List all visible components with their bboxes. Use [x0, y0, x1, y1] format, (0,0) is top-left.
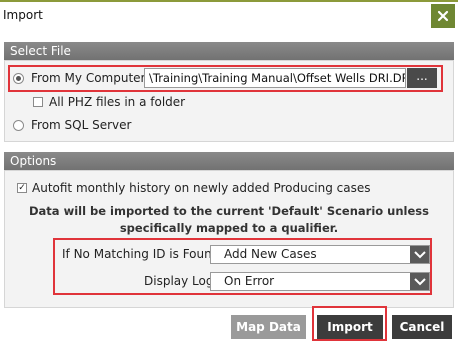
cancel-button[interactable]: Cancel [392, 315, 452, 339]
options-header: Options [4, 152, 454, 170]
dialog-title: Import [3, 8, 43, 22]
no-match-label: If No Matching ID is Found [62, 247, 220, 261]
autofit-label: Autofit monthly history on newly added P… [32, 181, 371, 195]
browse-button[interactable]: ... [407, 68, 437, 88]
file-path-input[interactable]: \Training\Training Manual\Offset Wells D… [144, 68, 406, 88]
close-button[interactable] [431, 4, 455, 28]
dialog-top-strip [0, 0, 458, 2]
info-line-2: specifically mapped to a qualifier. [119, 221, 339, 235]
all-phz-label: All PHZ files in a folder [49, 95, 186, 109]
autofit-checkbox[interactable]: ✓ [17, 183, 27, 193]
chevron-down-icon [410, 273, 429, 290]
import-button[interactable]: Import [317, 315, 383, 339]
close-x-icon [437, 10, 449, 22]
map-data-button[interactable]: Map Data [231, 315, 306, 339]
from-computer-radio[interactable] [13, 73, 24, 84]
display-log-value: On Error [224, 274, 275, 288]
from-computer-label: From My Computer [31, 71, 146, 85]
info-line-1: Data will be imported to the current 'De… [29, 204, 429, 218]
no-match-select[interactable]: Add New Cases [210, 245, 430, 264]
display-log-select[interactable]: On Error [210, 272, 430, 291]
chevron-down-icon [410, 246, 429, 263]
from-sql-radio[interactable] [13, 120, 24, 131]
select-file-header: Select File [4, 42, 454, 60]
all-phz-checkbox[interactable] [33, 97, 43, 107]
display-log-label: Display Log [144, 274, 214, 288]
from-sql-label: From SQL Server [31, 118, 132, 132]
no-match-value: Add New Cases [224, 247, 317, 261]
